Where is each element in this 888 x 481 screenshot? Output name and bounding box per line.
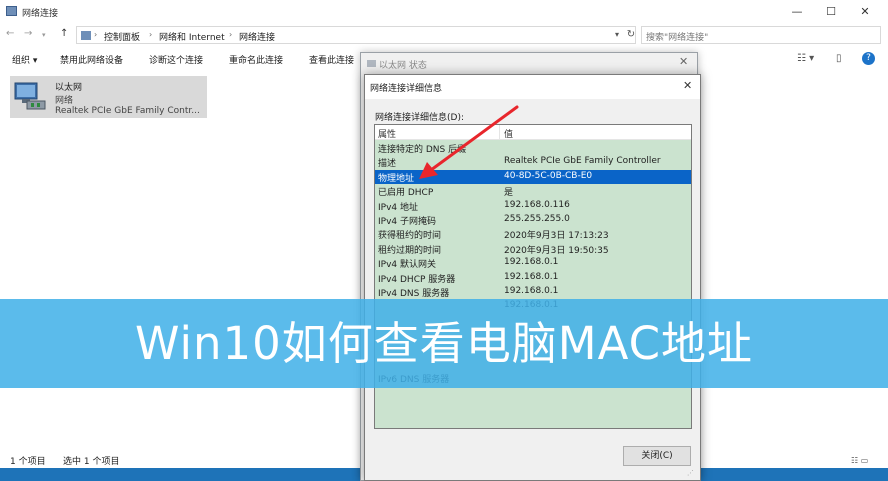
column-divider[interactable] [499,125,500,140]
status-dialog-title: 以太网 状态 [379,61,427,71]
chevron-right-icon[interactable]: › [94,30,97,39]
view-mode-icon[interactable]: ☷ ▭ [851,456,868,465]
row-property: 已启用 DHCP [378,188,434,199]
adapter-device: Realtek PCIe GbE Family Contr... [55,106,200,116]
minimize-button[interactable]: — [780,0,814,24]
address-input[interactable]: › 控制面板 › 网络和 Internet › 网络连接 ▾ [76,26,636,44]
row-property: IPv4 DNS 服务器 [378,289,450,299]
list-row[interactable]: IPv4 地址 192.168.0.116 [375,199,691,213]
list-row[interactable]: 租约过期的时间 2020年9月3日 19:50:35 [375,242,691,256]
title-bar: 网络连接 — ☐ ✕ [0,0,888,24]
maximize-button[interactable]: ☐ [814,0,848,24]
network-folder-icon [6,6,17,16]
list-row[interactable]: IPv4 DHCP 服务器 192.168.0.1 [375,271,691,285]
row-property: IPv4 地址 [378,202,418,213]
row-property: 租约过期的时间 [378,245,442,256]
adapter-name: 以太网 [55,83,83,93]
banner-title: Win10如何查看电脑MAC地址 [134,317,754,370]
recent-locations-chevron-icon[interactable]: ▾ [42,31,46,39]
row-value: Realtek PCIe GbE Family Controller [504,156,661,167]
list-row[interactable]: 已启用 DHCP 是 [375,184,691,198]
refresh-icon[interactable]: ↻ [624,26,638,44]
preview-pane-icon[interactable]: ▯ [836,53,842,64]
row-property: 物理地址 [378,173,415,184]
diagnose-button[interactable]: 诊断这个连接 [149,53,203,66]
title-banner: Win10如何查看电脑MAC地址 [0,299,888,388]
row-property: 获得租约的时间 [378,231,442,242]
status-dialog-close-icon[interactable]: ✕ [679,55,688,68]
column-header-property[interactable]: 属性 [378,127,396,140]
disable-device-button[interactable]: 禁用此网络设备 [60,53,123,66]
close-window-button[interactable]: ✕ [848,0,882,24]
list-row[interactable]: IPv4 DNS 服务器 192.168.0.1 [375,285,691,299]
list-row[interactable]: 描述 Realtek PCIe GbE Family Controller [375,155,691,169]
row-property: IPv4 默认网关 [378,260,436,271]
row-property: IPv4 子网掩码 [378,217,436,227]
network-details-dialog: 网络连接详细信息 ✕ 网络连接详细信息(D): 属性 值 连接特定的 DNS 后… [364,74,701,481]
chevron-right-icon[interactable]: › [229,30,232,39]
list-header: 属性 值 [375,125,691,140]
details-list-label: 网络连接详细信息(D): [375,113,464,123]
row-value: 192.168.0.1 [504,271,559,282]
list-row[interactable]: IPv4 默认网关 192.168.0.1 [375,256,691,270]
forward-arrow-icon[interactable]: → [24,28,32,39]
network-adapter-icon [14,82,46,110]
help-icon[interactable]: ? [862,52,875,65]
search-placeholder: 搜索"网络连接" [646,33,709,43]
row-value: 是 [504,188,514,199]
view-options-icon[interactable]: ☷ ▾ [797,53,814,64]
search-input[interactable]: 搜索"网络连接" [641,26,881,44]
view-status-button[interactable]: 查看此连接 [309,53,354,66]
adapter-network: 网络 [55,96,74,106]
chevron-right-icon[interactable]: › [149,30,152,39]
network-status-icon [367,60,376,67]
row-value: 192.168.0.116 [504,199,570,210]
item-count: 1 个项目 [10,457,46,467]
row-value: 192.168.0.1 [504,257,559,268]
list-row-selected[interactable]: 物理地址 40-8D-5C-0B-CB-E0 [375,169,691,185]
row-value: 40-8D-5C-0B-CB-E0 [504,170,593,181]
breadcrumb-network-connections[interactable]: 网络连接 [239,30,275,43]
column-header-value[interactable]: 值 [504,127,513,140]
row-value: 192.168.0.1 [504,286,559,296]
up-arrow-icon[interactable]: ↑ [60,28,68,39]
row-property: 连接特定的 DNS 后缀 [378,145,467,155]
control-panel-icon [81,31,91,40]
row-value: 2020年9月3日 17:13:23 [504,231,609,242]
rename-button[interactable]: 重命名此连接 [229,53,283,66]
close-button[interactable]: 关闭(C) [623,446,691,466]
details-close-icon[interactable]: ✕ [683,79,692,92]
row-value: 2020年9月3日 19:50:35 [504,245,609,256]
resize-grip-icon[interactable]: ⋰ [687,469,694,477]
breadcrumb-network-internet[interactable]: 网络和 Internet [159,30,225,43]
row-property: 描述 [378,159,397,170]
row-value: 255.255.255.0 [504,214,570,224]
window-title: 网络连接 [22,9,59,19]
row-property: IPv4 DHCP 服务器 [378,274,456,285]
back-arrow-icon[interactable]: ← [6,28,14,39]
organize-button[interactable]: 组织 ▾ [12,53,37,66]
details-titlebar: 网络连接详细信息 ✕ [365,75,700,99]
list-row[interactable]: 获得租约的时间 2020年9月3日 17:13:23 [375,227,691,241]
details-dialog-title: 网络连接详细信息 [370,84,443,94]
ethernet-adapter-item[interactable]: 以太网 网络 Realtek PCIe GbE Family Contr... [10,76,207,118]
address-dropdown-icon[interactable]: ▾ [615,30,619,39]
address-bar-row: ← → ▾ ↑ › 控制面板 › 网络和 Internet › 网络连接 ▾ ↻… [0,24,888,46]
list-row[interactable]: IPv4 子网掩码 255.255.255.0 [375,213,691,227]
selected-count: 选中 1 个项目 [63,457,120,467]
breadcrumb-control-panel[interactable]: 控制面板 [104,30,140,43]
list-row[interactable]: 连接特定的 DNS 后缀 [375,141,691,155]
